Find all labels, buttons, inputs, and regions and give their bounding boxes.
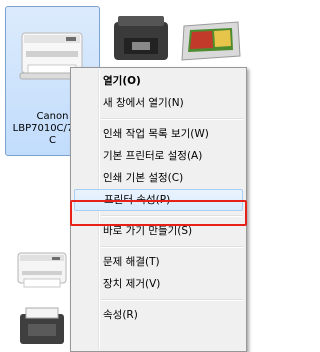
menu-item-set-default-printer[interactable]: 기본 프린터로 설정(A) [74, 145, 243, 167]
menu-item-open[interactable]: 열기(O) [74, 70, 243, 92]
highlight-annotation-box [70, 200, 247, 226]
scanner-icon[interactable] [178, 12, 244, 68]
menu-separator [101, 299, 243, 301]
menu-separator [101, 118, 243, 120]
menu-item-see-print-queue[interactable]: 인쇄 작업 목록 보기(W) [74, 123, 243, 145]
menu-item-properties[interactable]: 속성(R) [74, 304, 243, 326]
menu-item-printing-preferences[interactable]: 인쇄 기본 설정(C) [74, 167, 243, 189]
printer-icon[interactable] [14, 243, 70, 293]
fax-icon[interactable] [14, 306, 70, 352]
menu-separator [101, 246, 243, 248]
menu-item-troubleshoot[interactable]: 문제 해결(T) [74, 251, 243, 273]
menu-item-open-new-window[interactable]: 새 창에서 열기(N) [74, 92, 243, 114]
printer-icon[interactable] [110, 12, 172, 68]
menu-item-remove-device[interactable]: 장치 제거(V) [74, 273, 243, 295]
